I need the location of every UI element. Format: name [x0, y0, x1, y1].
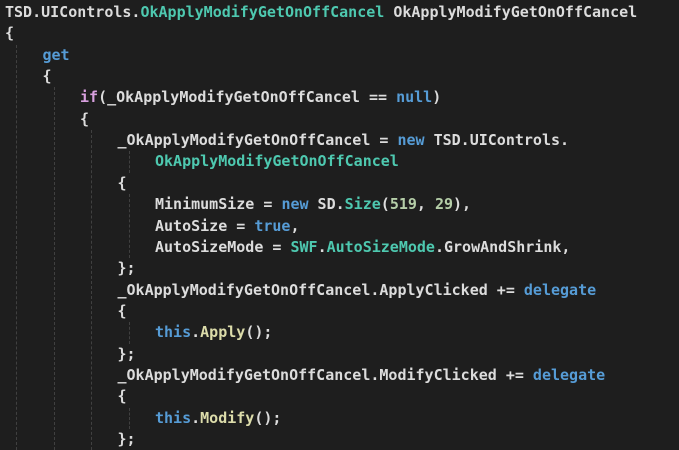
code-token: ,	[416, 195, 435, 214]
code-token: .	[191, 323, 201, 342]
code-token: Modify	[200, 408, 255, 427]
code-token: };	[117, 259, 136, 278]
code-line[interactable]: MinimumSize = new SD.Size(519, 29),	[155, 194, 471, 215]
code-line[interactable]: };	[118, 429, 136, 450]
code-token: {	[117, 301, 127, 320]
indent-guide	[128, 322, 130, 344]
code-token: delegate	[532, 365, 606, 384]
code-token: this	[155, 408, 192, 427]
code-token: SD.	[308, 195, 345, 214]
code-token: delegate	[523, 280, 597, 299]
code-token: OkApplyModifyGetOnOffCancel	[384, 3, 638, 21]
code-line[interactable]: this.Apply();	[155, 322, 272, 343]
indent-guide	[128, 407, 130, 429]
code-token: new	[397, 131, 425, 150]
code-token: (_OkApplyModifyGetOnOffCancel ==	[98, 88, 397, 107]
code-token: OkApplyModifyGetOnOffCancel	[140, 3, 385, 21]
code-token: };	[117, 430, 136, 448]
code-editor[interactable]: TSD.UIControls.OkApplyModifyGetOnOffCanc…	[0, 0, 679, 450]
code-token: (	[380, 195, 390, 214]
code-token: {	[5, 24, 15, 43]
code-token: ),	[453, 195, 472, 214]
code-line[interactable]: _OkApplyModifyGetOnOffCancel.ModifyClick…	[118, 365, 606, 386]
code-token: 29	[434, 195, 454, 214]
code-line[interactable]: if(_OkApplyModifyGetOnOffCancel == null)	[80, 87, 441, 108]
code-token: OkApplyModifyGetOnOffCancel	[155, 152, 399, 171]
code-token: {	[42, 67, 52, 86]
code-token: .	[191, 408, 201, 427]
code-token: null	[396, 88, 433, 107]
indent-guide	[128, 151, 130, 173]
code-line[interactable]: };	[118, 258, 136, 279]
code-line[interactable]: AutoSizeMode = SWF.AutoSizeMode.GrowAndS…	[155, 237, 570, 258]
indent-guide	[16, 44, 17, 450]
code-token: this	[155, 323, 192, 342]
code-token: {	[117, 173, 127, 192]
code-token: };	[117, 344, 136, 363]
code-token: _OkApplyModifyGetOnOffCancel.ApplyClicke…	[117, 280, 524, 299]
code-token: .GrowAndShrink,	[434, 237, 571, 256]
code-token: )	[432, 88, 442, 107]
code-token: AutoSize =	[155, 216, 255, 235]
code-token: AutoSizeMode	[326, 237, 435, 256]
code-line[interactable]: };	[118, 344, 136, 365]
code-token: AutoSizeMode =	[155, 237, 291, 256]
code-token: {	[117, 387, 127, 406]
code-line[interactable]: {	[5, 23, 14, 44]
code-token: Apply	[200, 323, 246, 342]
code-line[interactable]: {	[80, 109, 89, 130]
code-line[interactable]: OkApplyModifyGetOnOffCancel	[155, 151, 399, 172]
code-token: _OkApplyModifyGetOnOffCancel.ModifyClick…	[117, 365, 533, 384]
code-token: ,	[290, 216, 300, 235]
code-token: .	[317, 237, 327, 256]
code-line[interactable]: {	[43, 66, 52, 87]
code-token: TSD.UIControls.	[5, 3, 141, 21]
indent-guide	[128, 194, 130, 259]
code-token: 519	[389, 195, 417, 214]
code-token: _OkApplyModifyGetOnOffCancel =	[117, 131, 398, 150]
code-token: if	[80, 88, 99, 107]
indent-guide	[53, 87, 55, 450]
code-token: ();	[254, 408, 282, 427]
code-line[interactable]: this.Modify();	[155, 408, 281, 429]
code-line[interactable]: AutoSize = true,	[155, 216, 300, 237]
code-token: MinimumSize =	[155, 195, 282, 214]
code-token: ();	[245, 323, 273, 342]
code-token: Size	[344, 195, 381, 214]
code-line[interactable]: {	[118, 301, 127, 322]
code-line[interactable]: {	[118, 386, 127, 407]
code-line[interactable]: _OkApplyModifyGetOnOffCancel.ApplyClicke…	[118, 280, 597, 301]
code-token: true	[254, 216, 291, 235]
code-token: new	[281, 195, 309, 214]
code-line[interactable]: get	[43, 45, 70, 66]
code-token: {	[80, 109, 90, 128]
code-line[interactable]: TSD.UIControls.OkApplyModifyGetOnOffCanc…	[5, 2, 637, 23]
code-token: SWF	[290, 237, 318, 256]
code-token: get	[42, 45, 70, 64]
code-line[interactable]: _OkApplyModifyGetOnOffCancel = new TSD.U…	[118, 130, 570, 151]
code-token: TSD.UIControls.	[424, 131, 570, 150]
indent-guide	[91, 130, 92, 450]
code-line[interactable]: {	[118, 173, 127, 194]
